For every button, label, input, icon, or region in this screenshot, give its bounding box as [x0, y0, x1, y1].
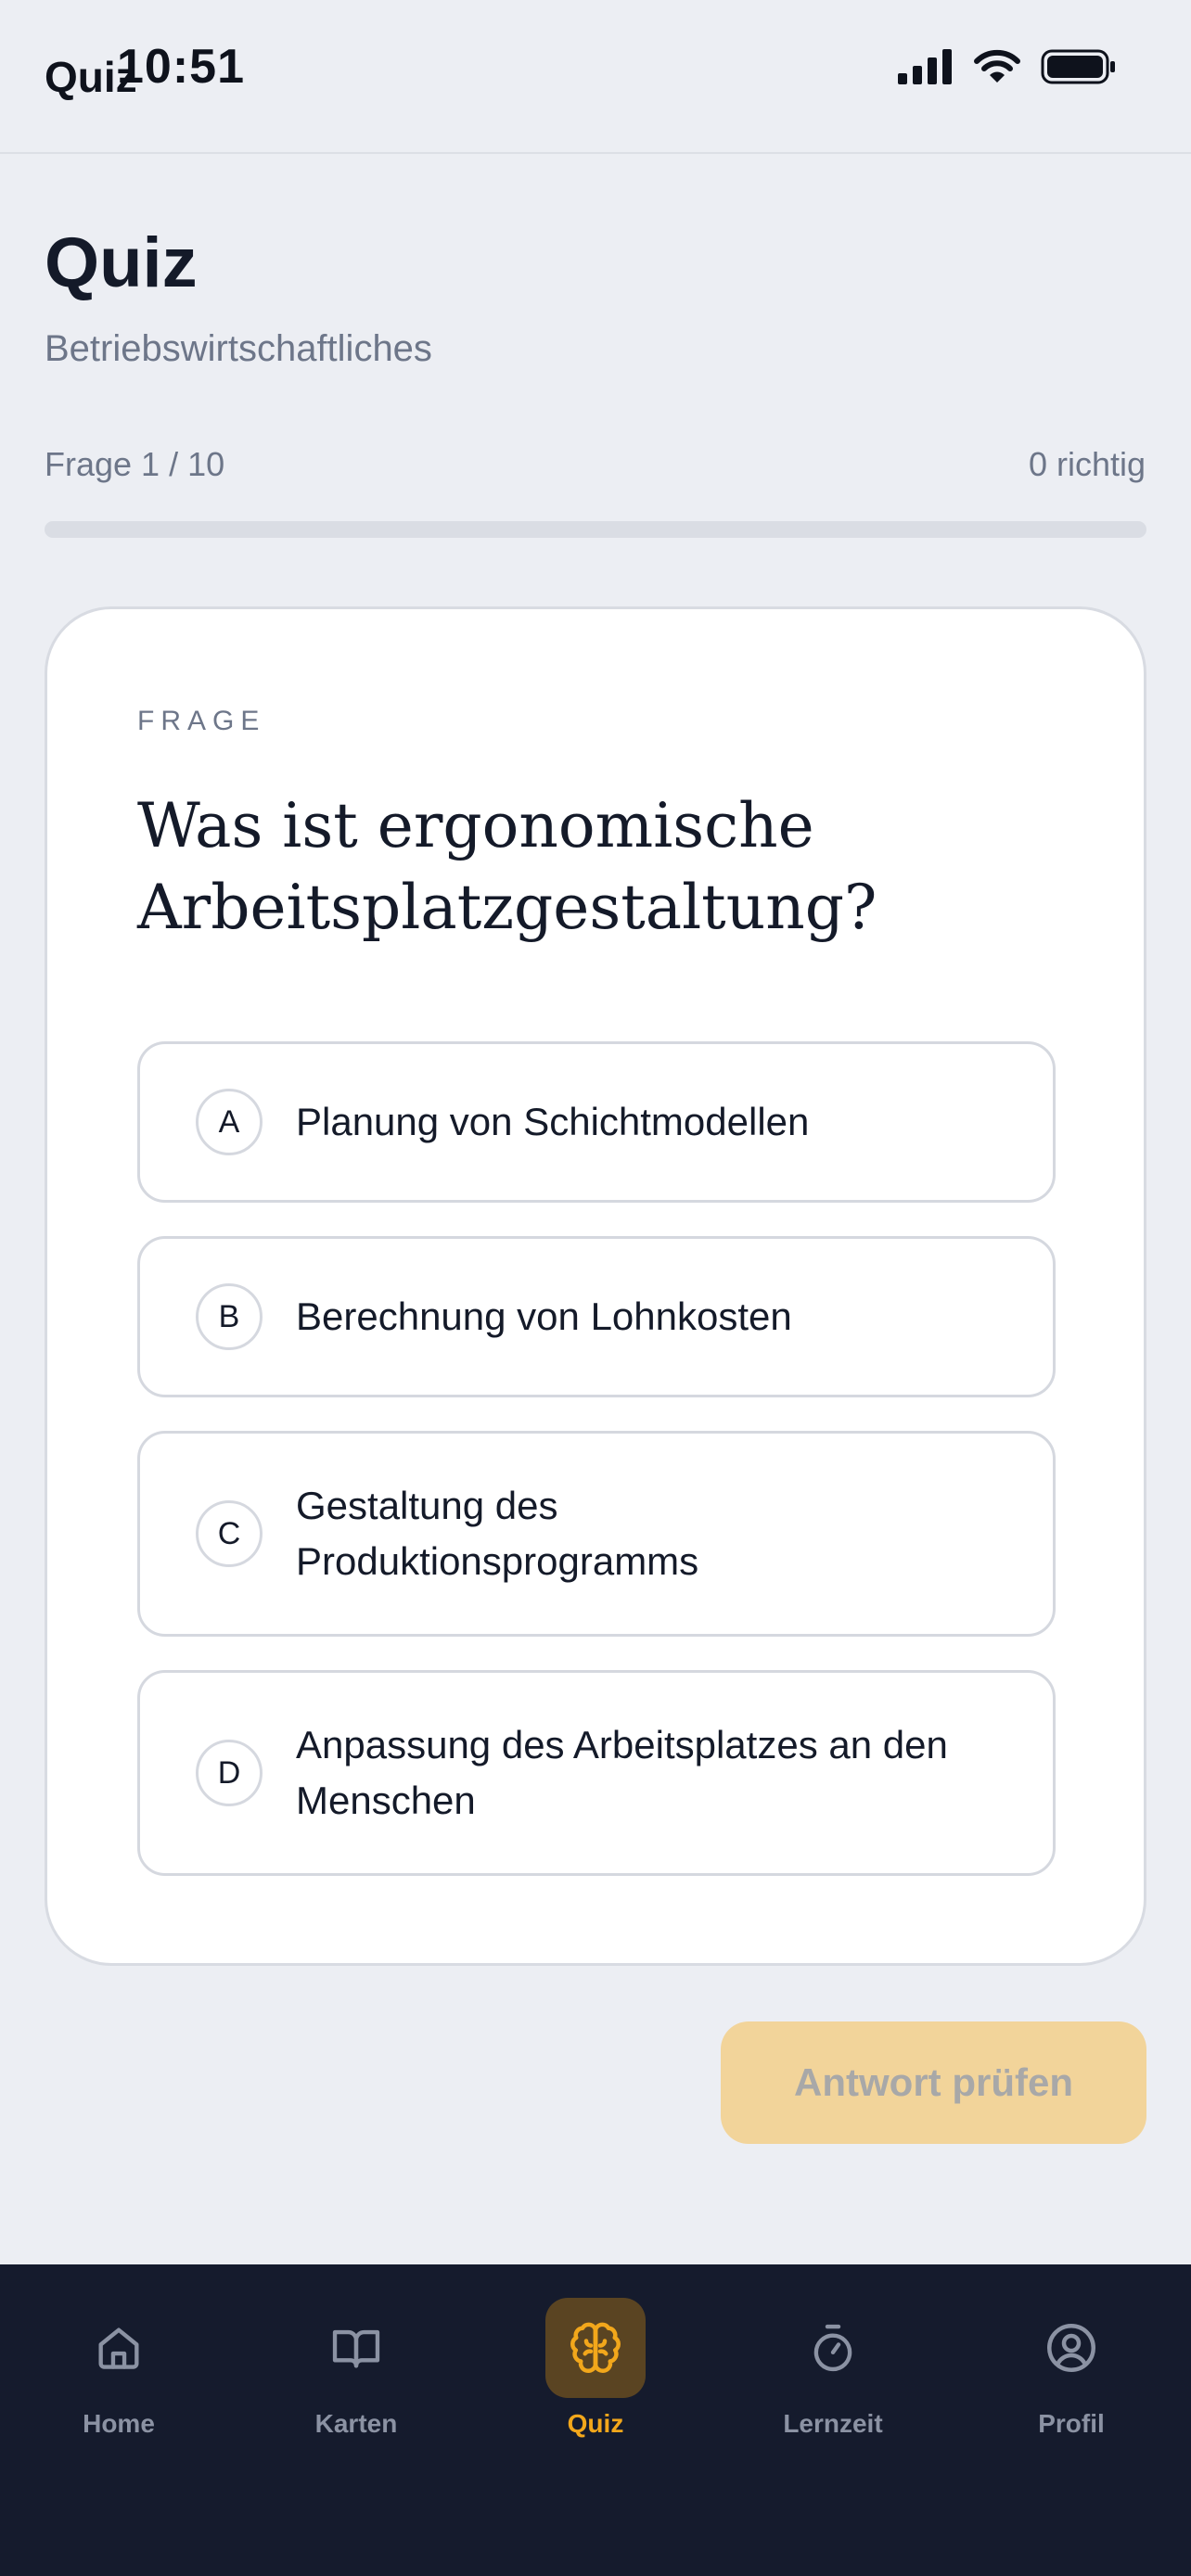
- cellular-signal-icon: [898, 49, 952, 84]
- tab-home[interactable]: Home: [45, 2298, 193, 2446]
- wifi-icon: [974, 49, 1020, 83]
- profile-icon: [1021, 2298, 1121, 2398]
- tab-label: Quiz: [567, 2409, 624, 2438]
- correct-count-label: 0 richtig: [1028, 445, 1146, 483]
- option-label: Anpassung des Arbeitsplatzes an den Mens…: [296, 1723, 948, 1822]
- option-letter-badge: D: [196, 1740, 263, 1806]
- tab-profil[interactable]: Profil: [997, 2298, 1146, 2446]
- check-answer-button[interactable]: Antwort prüfen: [721, 2021, 1146, 2144]
- option-letter-badge: B: [196, 1283, 263, 1350]
- question-eyebrow: FRAGE: [137, 706, 266, 736]
- page-subtitle: Betriebswirtschaftliches: [45, 328, 432, 369]
- status-icons: [898, 48, 1117, 85]
- tab-label: Profil: [1038, 2409, 1105, 2438]
- answer-option-b[interactable]: B Berechnung von Lohnkosten: [137, 1236, 1056, 1397]
- status-bar: Quiz 10:51: [0, 0, 1191, 154]
- answer-option-c[interactable]: C Gestaltung des Produktionsprogramms: [137, 1431, 1056, 1637]
- book-icon: [306, 2298, 406, 2398]
- tab-label: Lernzeit: [783, 2409, 883, 2438]
- question-card: FRAGE Was ist ergonomische Arbeitsplatzg…: [45, 606, 1146, 1966]
- tab-label: Home: [83, 2409, 155, 2438]
- tab-label: Karten: [314, 2409, 398, 2438]
- tab-quiz[interactable]: Quiz: [521, 2298, 670, 2446]
- stopwatch-icon: [783, 2298, 883, 2398]
- home-icon: [69, 2298, 169, 2398]
- tab-karten[interactable]: Karten: [282, 2298, 430, 2446]
- option-label: Gestaltung des Produktionsprogramms: [296, 1484, 699, 1583]
- option-letter-badge: A: [196, 1089, 263, 1155]
- clock: 10:51: [117, 40, 245, 94]
- option-label: Berechnung von Lohnkosten: [296, 1294, 792, 1338]
- answer-option-d[interactable]: D Anpassung des Arbeitsplatzes an den Me…: [137, 1670, 1056, 1876]
- option-letter-badge: C: [196, 1500, 263, 1567]
- option-label: Planung von Schichtmodellen: [296, 1100, 810, 1143]
- answer-option-a[interactable]: A Planung von Schichtmodellen: [137, 1041, 1056, 1203]
- battery-icon: [1041, 49, 1115, 84]
- brain-icon: [545, 2298, 646, 2398]
- question-progress-label: Frage 1 / 10: [45, 445, 225, 483]
- tab-lernzeit[interactable]: Lernzeit: [759, 2298, 907, 2446]
- page-title: Quiz: [45, 223, 198, 302]
- bottom-tab-bar: Home Karten Quiz Lernzeit Profil: [0, 2264, 1191, 2576]
- question-text: Was ist ergonomische Arbeitsplatzgestalt…: [137, 790, 877, 943]
- progress-bar: [45, 521, 1146, 538]
